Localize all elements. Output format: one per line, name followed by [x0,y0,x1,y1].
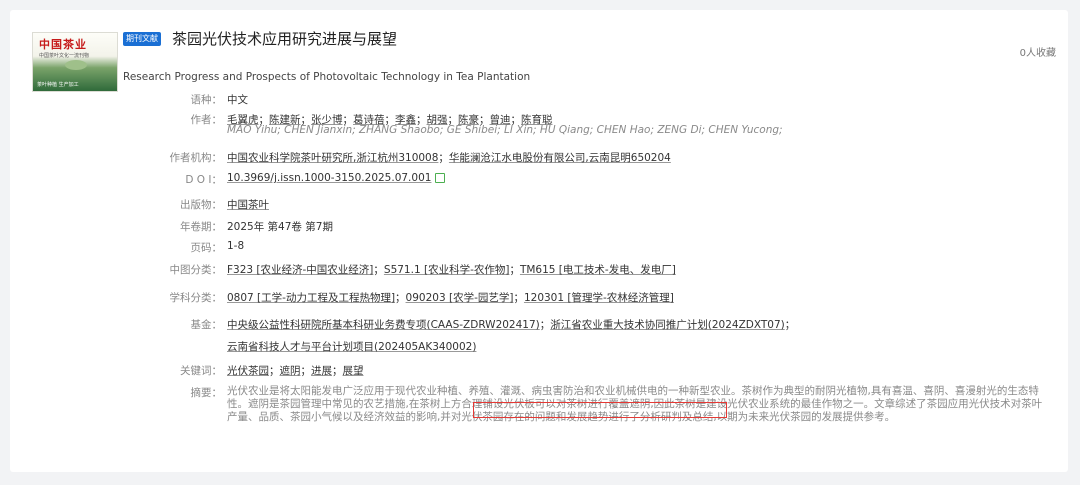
language-label: 语种： [190,94,223,106]
article-card: 中国茶业 中国茶叶文化一流刊物 茶叶种植 生产加工 期刊文献 茶园光伏技术应用研… [10,10,1068,472]
copy-icon[interactable] [435,173,446,183]
clc-list: F323 [农业经济-中国农业经济]；S571.1 [农业科学-农作物]；TM6… [227,264,676,276]
clc-link[interactable]: TM615 [电工技术-发电、发电厂] [520,264,676,276]
org-link[interactable]: 中国农业科学院茶叶研究所,浙江杭州310008 [227,152,438,164]
cover-subtitle: 中国茶叶文化一流刊物 [39,53,90,59]
authors-en: MAO Yihu; CHEN Jianxin; ZHANG Shaobo; GE… [227,124,783,136]
discipline-link[interactable]: 120301 [管理学-农林经济管理] [524,292,674,304]
article-title-en: Research Progress and Prospects of Photo… [123,71,531,83]
fund-link[interactable]: 中央级公益性科研院所基本科研业务费专项(CAAS-ZDRW202417) [227,319,540,331]
org-list: 中国农业科学院茶叶研究所,浙江杭州310008；华能澜沧江水电股份有限公司,云南… [227,152,671,164]
favorites-count[interactable]: 0人收藏 [1020,44,1056,59]
discipline-list: 0807 [工学-动力工程及工程热物理]；090203 [农学-园艺学]；120… [227,292,674,304]
discipline-link[interactable]: 090203 [农学-园艺学] [406,292,514,304]
journal-cover-image[interactable]: 中国茶业 中国茶叶文化一流刊物 茶叶种植 生产加工 [32,32,118,92]
article-title: 茶园光伏技术应用研究进展与展望 [172,30,398,48]
discipline-link[interactable]: 0807 [工学-动力工程及工程热物理] [227,292,395,304]
publication-link[interactable]: 中国茶叶 [227,199,269,211]
journal-article-badge: 期刊文献 [123,32,161,46]
keywords-list: 光伏茶园；遮阴；进展；展望 [227,365,364,377]
keywords-label: 关键词： [180,365,222,377]
fund-link[interactable]: 浙江省农业重大技术协同推广计划(2024ZDXT07) [550,319,784,331]
doi-label: D O I： [185,174,222,186]
org-link[interactable]: 华能澜沧江水电股份有限公司,云南昆明650204 [449,152,671,164]
pages-label: 页码： [190,242,223,254]
keyword-link[interactable]: 进展 [311,365,332,377]
keyword-link[interactable]: 光伏茶园 [227,365,269,377]
keyword-link[interactable]: 展望 [343,365,364,377]
abstract-label: 摘要： [190,387,223,399]
org-label: 作者机构： [169,152,223,164]
cover-title: 中国茶业 [39,38,87,51]
language-value: 中文 [227,94,248,106]
clc-label: 中图分类： [169,264,223,276]
fund-label: 基金： [190,319,223,331]
fund-link[interactable]: 云南省科技人才与平台计划项目(202405AK340002) [227,341,476,353]
clc-link[interactable]: F323 [农业经济-中国农业经济] [227,264,373,276]
discipline-label: 学科分类： [169,292,223,304]
fund-list: 中央级公益性科研院所基本科研业务费专项(CAAS-ZDRW202417)；浙江省… [227,319,796,331]
doi-link[interactable]: 10.3969/j.issn.1000-3150.2025.07.001 [227,172,431,184]
publication-label: 出版物： [180,199,222,211]
highlight-box [473,402,727,418]
pages-value: 1-8 [227,240,245,252]
clc-link[interactable]: S571.1 [农业科学-农作物] [384,264,510,276]
year-issue-label: 年卷期： [180,221,222,233]
cover-landscape [65,60,87,70]
doi-value-wrap: 10.3969/j.issn.1000-3150.2025.07.001 [227,172,446,184]
cover-footer: 茶叶种植 生产加工 [37,82,79,88]
keyword-link[interactable]: 遮阴 [280,365,301,377]
year-issue-value: 2025年 第47卷 第7期 [227,221,333,233]
authors-label: 作者： [190,114,223,126]
